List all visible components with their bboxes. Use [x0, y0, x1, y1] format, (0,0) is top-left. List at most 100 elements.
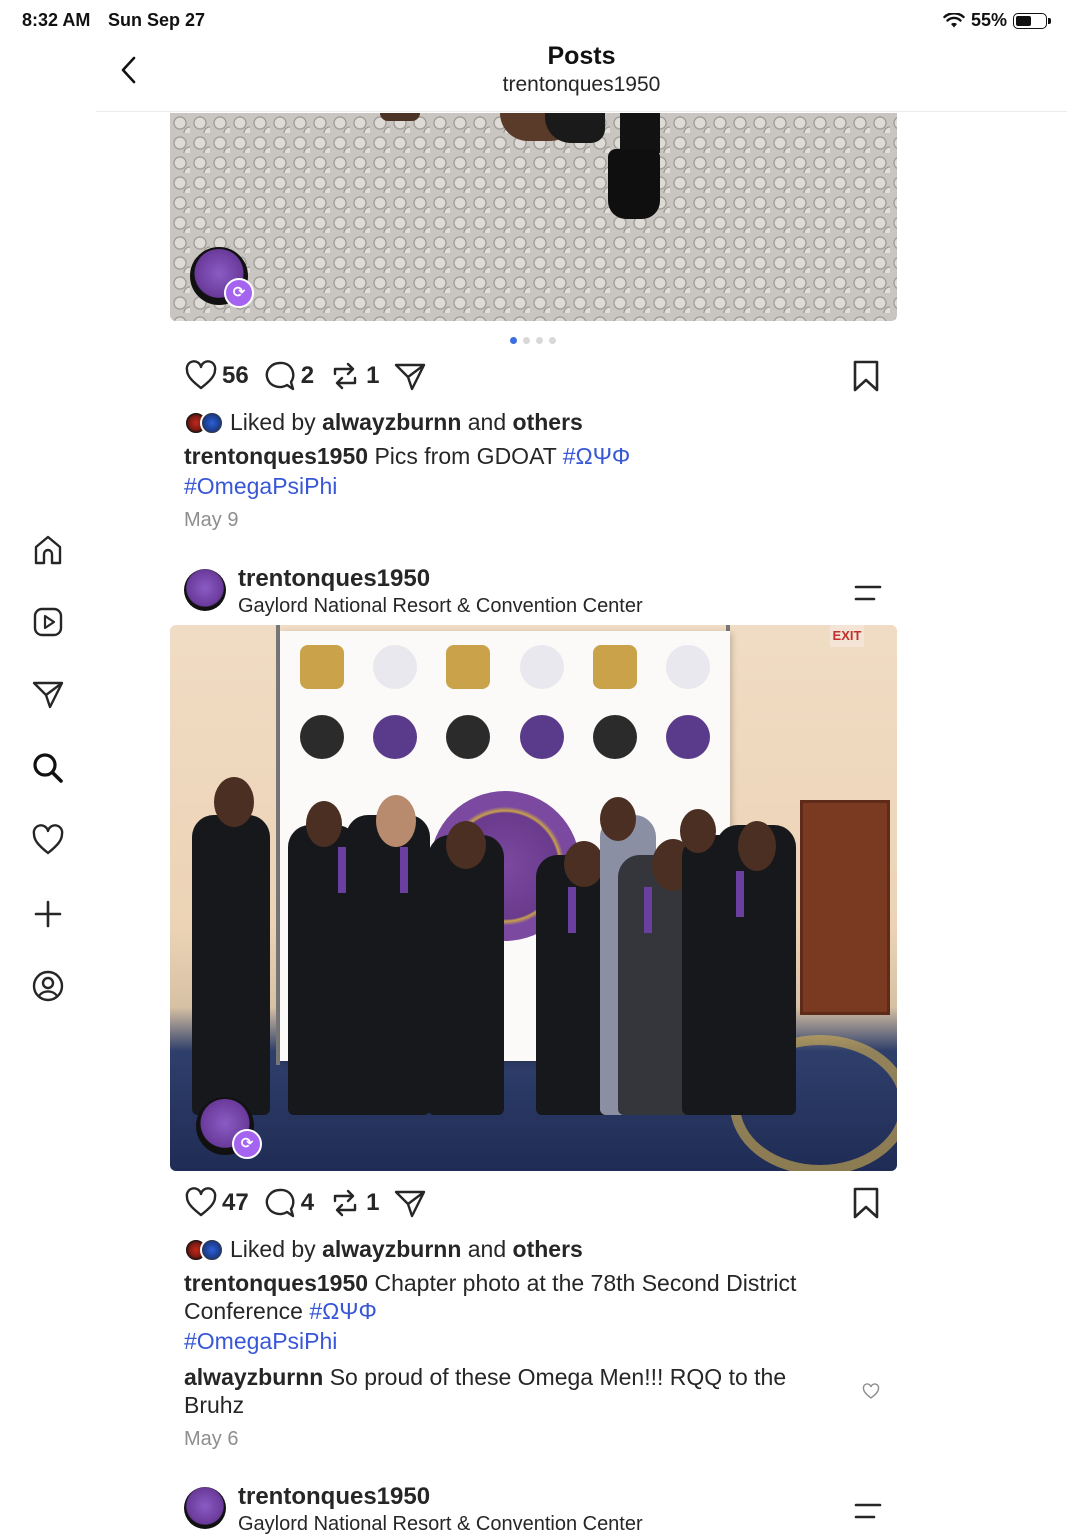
post2-repost-button[interactable]: 1 [328, 1186, 379, 1220]
seal-logo [665, 715, 710, 759]
wifi-icon [943, 12, 965, 27]
liked-by-others[interactable]: others [513, 409, 583, 436]
sidebar-item-reels[interactable] [30, 604, 66, 640]
search-icon [33, 753, 63, 783]
post2-like-button[interactable]: 47 [184, 1186, 249, 1220]
post1-photo-shoe [608, 149, 660, 219]
comment-like-heart-icon[interactable] [862, 1382, 880, 1400]
carousel-dot [510, 337, 517, 344]
liker-avatar [200, 410, 224, 435]
person-head [306, 801, 342, 847]
post2-photo[interactable]: EXIT ⟳ [170, 625, 897, 1171]
bookmark-icon [853, 1187, 879, 1219]
hashtag-link[interactable]: #ΩΨΦ [309, 1298, 377, 1324]
sidebar-item-home[interactable] [30, 532, 66, 568]
post1-action-bar: 56 2 1 [184, 356, 441, 396]
post1-share-button[interactable] [393, 359, 427, 393]
send-icon [395, 1190, 426, 1218]
sidebar-item-create[interactable] [30, 896, 66, 932]
battery-fill [1016, 15, 1032, 26]
caption-username[interactable]: trentonques1950 [184, 443, 368, 469]
post2-liked-by[interactable]: Liked by alwayzburnn and others [184, 1236, 583, 1263]
hashtag-link[interactable]: #OmegaPsiPhi [184, 472, 337, 500]
post2-author-avatar[interactable] [184, 569, 226, 611]
sponsor-logo [519, 645, 564, 689]
comment-username[interactable]: alwayzburnn [184, 1364, 323, 1390]
post2-caption: trentonques1950 Chapter photo at the 78t… [184, 1269, 874, 1355]
send-icon [395, 363, 426, 391]
caption-username[interactable]: trentonques1950 [184, 1270, 368, 1296]
liked-by-user[interactable]: alwayzburnn [322, 409, 461, 436]
post2-header: trentonques1950 Gaylord National Resort … [184, 565, 884, 621]
page-title: Posts [547, 42, 616, 70]
reels-icon [33, 607, 63, 637]
liked-by-prefix: Liked by [230, 409, 316, 435]
post1-reposts-count: 1 [366, 362, 380, 389]
purple-tie [568, 887, 576, 933]
post2-comment-button[interactable]: 4 [263, 1186, 314, 1220]
omega-logo [592, 645, 637, 689]
post2-share-button[interactable] [393, 1186, 427, 1220]
hashtag-link[interactable]: #OmegaPsiPhi [184, 1327, 337, 1355]
liked-by-prefix: Liked by [230, 1236, 316, 1262]
post2-username[interactable]: trentonques1950 [238, 565, 430, 593]
post3-author-avatar[interactable] [184, 1487, 226, 1529]
status-time: 8:32 AM [22, 10, 91, 30]
tree-logo [592, 715, 637, 759]
post1-comment-button[interactable]: 2 [263, 359, 314, 393]
person-head [564, 841, 604, 887]
liked-by-user[interactable]: alwayzburnn [322, 1236, 461, 1263]
profile-icon [32, 970, 64, 1002]
post1-like-button[interactable]: 56 [184, 359, 249, 393]
menu-icon[interactable] [854, 583, 882, 603]
post1-photo-shoe [380, 113, 420, 121]
omega-logo [446, 645, 491, 689]
post1-save-button[interactable] [850, 359, 882, 393]
carousel-dot [549, 337, 556, 344]
post1-photo[interactable]: ⟳ [170, 113, 897, 321]
status-indicators: 55% [943, 10, 1051, 31]
liked-by-and: and [467, 409, 507, 435]
caption-text: Pics from GDOAT [374, 443, 557, 469]
sidebar-item-search[interactable] [30, 750, 66, 786]
sidebar-item-direct[interactable] [30, 676, 66, 712]
carousel-dot [536, 337, 543, 344]
post1-liked-by[interactable]: Liked by alwayzburnn and others [184, 409, 583, 436]
purple-tie [400, 847, 408, 893]
post2-date: May 6 [184, 1428, 239, 1450]
post3-location[interactable]: Gaylord National Resort & Convention Cen… [238, 1513, 643, 1536]
repost-badge-icon: ⟳ [224, 278, 254, 308]
heart-icon [32, 824, 64, 855]
post2-location[interactable]: Gaylord National Resort & Convention Cen… [238, 595, 643, 618]
purple-tie [644, 887, 652, 933]
post1-photo-leg [620, 113, 660, 153]
carousel-dot [523, 337, 530, 344]
post3-username[interactable]: trentonques1950 [238, 1483, 430, 1511]
post3-header: trentonques1950 Gaylord National Resort … [184, 1483, 884, 1536]
plus-icon [34, 900, 62, 928]
sponsor-logo [373, 645, 418, 689]
post1-caption: trentonques1950 Pics from GDOAT #ΩΨΦ #Om… [184, 442, 874, 500]
send-icon [32, 681, 64, 709]
battery-cap [1048, 17, 1051, 24]
post2-save-button[interactable] [850, 1186, 882, 1220]
person-head [446, 821, 486, 869]
seal-logo [519, 715, 564, 759]
liked-by-others[interactable]: others [513, 1236, 583, 1263]
tree-logo [300, 715, 344, 759]
heart-icon [185, 1187, 217, 1217]
menu-icon[interactable] [854, 1501, 882, 1521]
sponsor-logo [665, 645, 710, 689]
sidebar-item-profile[interactable] [30, 968, 66, 1004]
status-date: Sun Sep 27 [108, 10, 206, 30]
door [800, 800, 890, 1015]
carousel-indicator [510, 337, 556, 344]
posts-feed[interactable]: ⟳ 56 2 1 Liked by alwayzburnn and others… [96, 113, 1067, 1536]
home-icon [34, 535, 62, 565]
sidebar-item-activity[interactable] [30, 822, 66, 858]
post1-repost-button[interactable]: 1 [328, 359, 379, 393]
hashtag-link[interactable]: #ΩΨΦ [563, 443, 631, 469]
seal-logo [373, 715, 418, 759]
person [346, 815, 430, 1115]
exit-sign: EXIT [830, 625, 864, 647]
